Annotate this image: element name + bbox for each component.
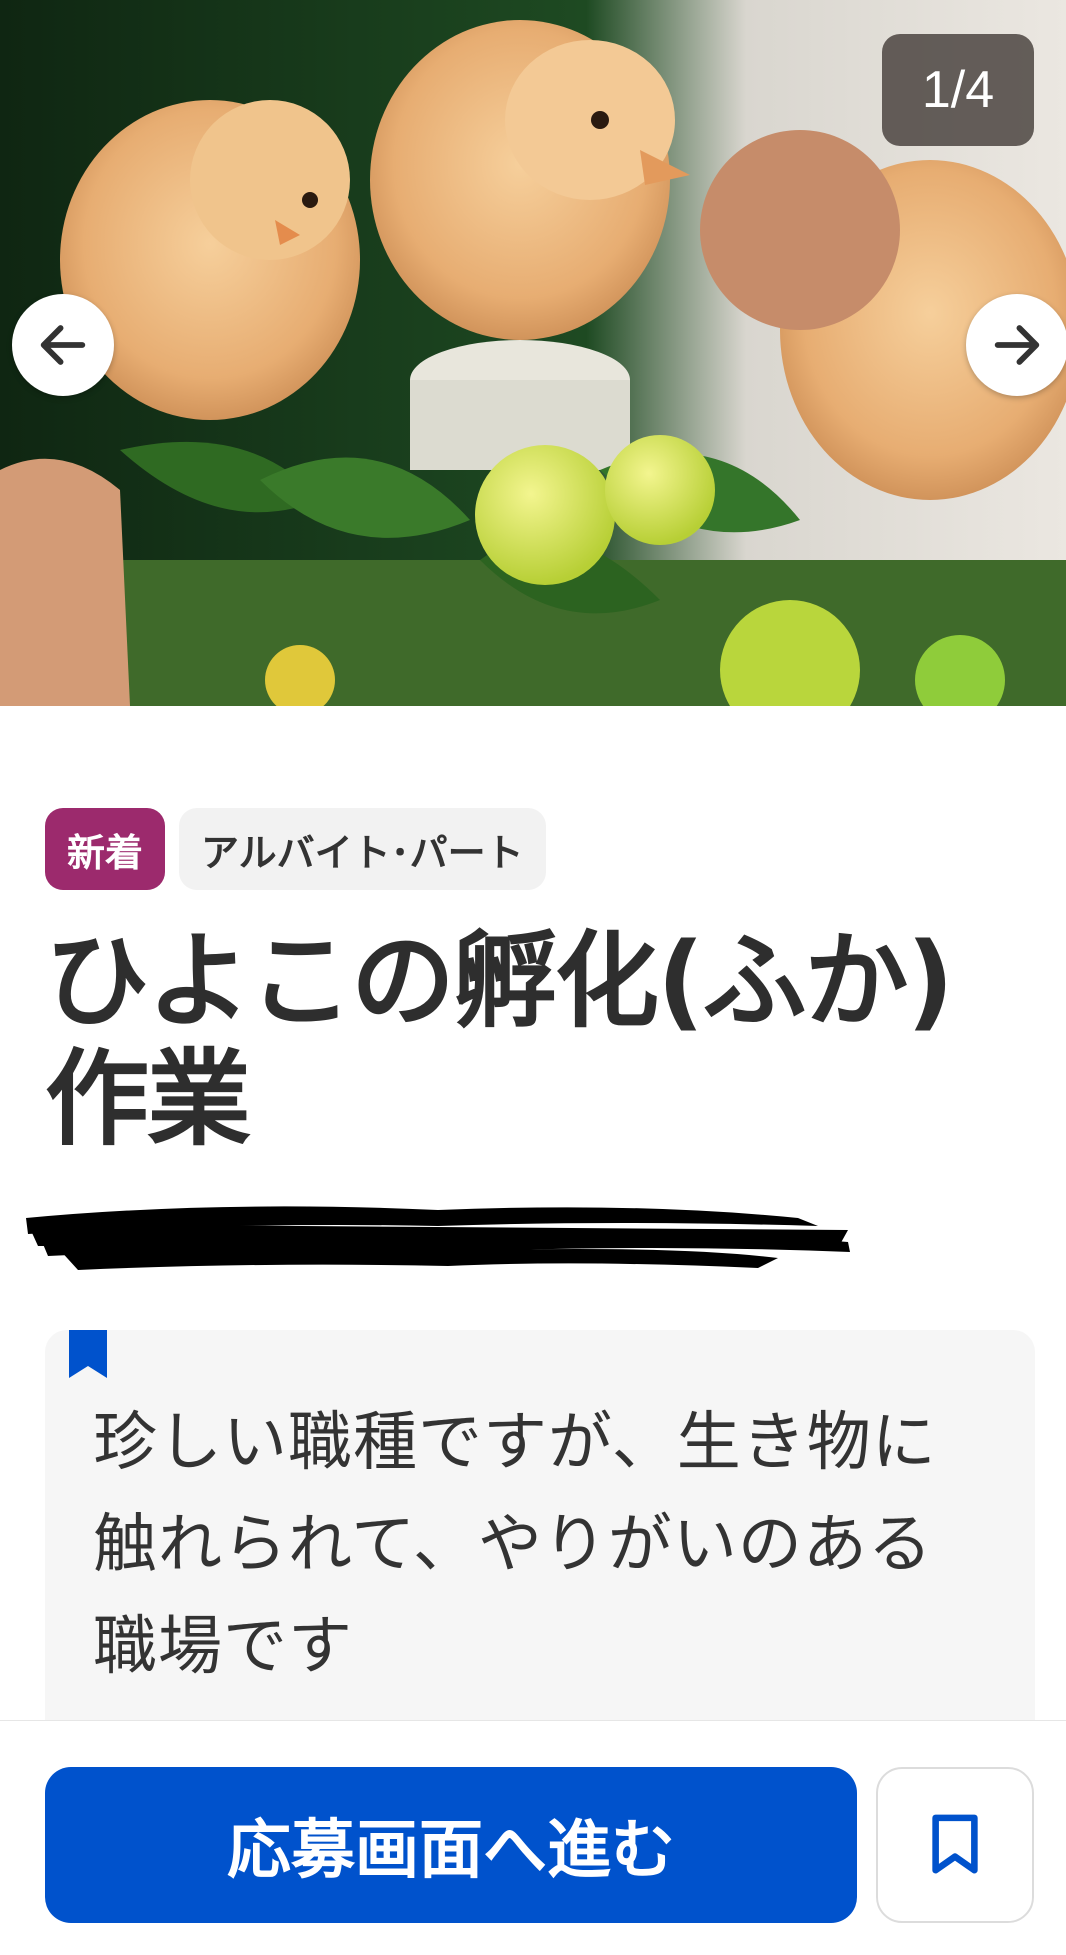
job-title-line1: ひよこの孵化(ふか) [45, 920, 954, 1042]
counter-total: 4 [965, 61, 995, 119]
job-title-line2: 作業 [45, 1038, 251, 1160]
bottom-action-bar: 応募画面へ進む [0, 1720, 1066, 1955]
counter-current: 1 [921, 61, 951, 119]
catch-copy-box: 珍しい職種ですが、生き物に 触れられて、やりがいのある 職場です [45, 1330, 1035, 1750]
next-image-button[interactable] [966, 294, 1066, 396]
catch-line-1: 珍しい職種ですが、生き物に [93, 1406, 937, 1480]
catch-line-3: 職場です [93, 1610, 353, 1684]
arrow-left-icon [40, 325, 86, 365]
image-counter: 1 / 4 [882, 34, 1034, 146]
catch-line-2: 触れられて、やりがいのある [93, 1508, 933, 1582]
arrow-right-icon [994, 325, 1040, 365]
counter-separator: / [950, 61, 966, 119]
save-job-button[interactable] [876, 1767, 1034, 1923]
bookmark-icon [69, 1330, 107, 1378]
bookmark-outline-icon [932, 1814, 978, 1874]
catch-copy-text: 珍しい職種ですが、生き物に 触れられて、やりがいのある 職場です [93, 1392, 1005, 1698]
job-tags: 新着 アルバイト･パート [45, 808, 546, 890]
new-badge: 新着 [45, 808, 166, 890]
previous-image-button[interactable] [12, 294, 114, 396]
redacted-company-name [26, 1206, 850, 1270]
employment-type-badge: アルバイト･パート [179, 808, 546, 890]
job-title: ひよこの孵化(ふか) 作業 [45, 922, 1025, 1158]
photo-carousel[interactable]: 1 / 4 [0, 0, 1066, 706]
apply-button[interactable]: 応募画面へ進む [45, 1767, 857, 1923]
